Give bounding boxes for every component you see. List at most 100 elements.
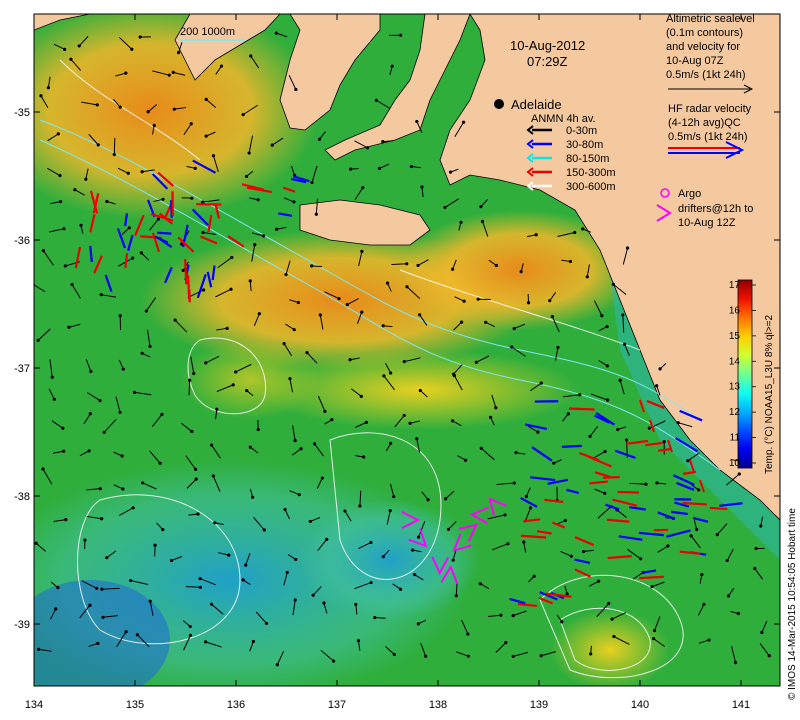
velocity-arrow-head (360, 310, 364, 314)
hf-legend-line-3: 0.5m/s (1kt 24h) (668, 131, 747, 143)
velocity-arrow-head (408, 421, 412, 425)
hf-velocity-arrow (89, 245, 93, 263)
velocity-arrow-head (105, 199, 109, 204)
y-tick-label: -39 (14, 619, 30, 631)
velocity-arrow-head (193, 166, 197, 171)
velocity-arrow-head (479, 446, 483, 450)
velocity-arrow-head (98, 399, 102, 403)
velocity-arrow-head (284, 272, 288, 277)
velocity-arrow-head (356, 638, 361, 643)
velocity-arrow-head (59, 200, 63, 204)
velocity-arrow-head (506, 542, 510, 546)
hf-velocity-arrow (617, 490, 639, 494)
velocity-arrow-head (318, 313, 322, 317)
velocity-arrow-head (41, 467, 45, 471)
velocity-arrow-head (524, 494, 528, 499)
velocity-arrow-head (373, 616, 377, 620)
velocity-arrow-head (582, 549, 586, 554)
velocity-arrow (185, 586, 201, 588)
velocity-arrow-head (230, 255, 234, 260)
velocity-arrow-head (130, 47, 134, 51)
velocity-arrow-head (118, 410, 122, 414)
velocity-arrow-head (138, 35, 142, 39)
velocity-arrow-head (36, 338, 40, 342)
velocity-arrow-head (676, 421, 680, 425)
velocity-arrow-head (528, 506, 533, 510)
velocity-arrow-head (52, 397, 56, 401)
velocity-arrow-head (209, 602, 214, 606)
colorbar-tick-label: 10 (729, 458, 741, 469)
velocity-arrow-head (361, 186, 365, 190)
colorbar-tick-label: 14 (729, 356, 741, 367)
velocity-arrow-head (201, 230, 205, 235)
velocity-arrow-head (511, 614, 515, 618)
anmn-legend-label: 80-150m (566, 153, 609, 165)
hf-velocity-arrow (709, 506, 728, 511)
velocity-arrow-head (70, 282, 74, 287)
velocity-arrow-head (411, 548, 415, 552)
velocity-arrow-head (369, 580, 373, 585)
velocity-arrow-head (715, 532, 719, 537)
velocity-arrow-head (249, 54, 253, 58)
velocity-arrow-head (625, 246, 630, 250)
velocity-arrow-head (248, 279, 252, 283)
velocity-arrow-head (54, 607, 58, 611)
velocity-arrow-head (102, 430, 106, 434)
velocity-arrow-head (489, 415, 493, 419)
velocity-arrow-head (556, 345, 560, 350)
velocity-arrow-head (369, 540, 373, 545)
velocity-arrow-head (415, 119, 419, 124)
velocity-arrow-head (56, 132, 60, 136)
velocity-arrow-head (560, 620, 564, 624)
velocity-arrow-head (251, 639, 255, 644)
velocity-arrow-head (462, 120, 466, 124)
velocity-arrow-head (466, 654, 471, 658)
velocity-arrow-head (606, 398, 610, 402)
velocity-arrow-head (420, 185, 424, 189)
velocity-arrow-head (392, 652, 396, 657)
velocity-arrow-head (63, 264, 67, 268)
colorbar-tick-label: 13 (729, 382, 741, 393)
velocity-arrow-head (358, 504, 362, 508)
velocity-arrow-head (305, 351, 309, 355)
velocity-arrow-head (144, 309, 148, 313)
y-tick-label: -38 (14, 491, 30, 503)
velocity-arrow-head (377, 166, 382, 171)
sealevel-legend-line-3: and velocity for (666, 41, 740, 53)
velocity-arrow-head (514, 451, 518, 455)
velocity-arrow-head (121, 367, 125, 371)
velocity-arrow-head (381, 324, 385, 328)
velocity-arrow-head (416, 263, 420, 268)
velocity-arrow-head (124, 630, 128, 634)
velocity-arrow-head (100, 517, 104, 521)
velocity-arrow-head (426, 498, 430, 502)
colorbar-label: Temp. (°C) NOAA15_L3U 8% ql>=2 (764, 314, 775, 474)
velocity-arrow-head (644, 482, 648, 486)
colorbar-gradient (737, 279, 753, 469)
velocity-arrow-head (348, 358, 352, 362)
velocity-arrow-head (95, 586, 99, 590)
velocity-arrow-head (288, 377, 292, 381)
velocity-arrow-head (600, 314, 604, 318)
velocity-arrow-head (767, 654, 771, 658)
velocity-arrow-head (323, 409, 327, 413)
velocity-arrow-head (244, 174, 249, 179)
velocity-arrow-head (188, 633, 193, 637)
velocity-arrow-head (169, 558, 174, 563)
velocity-arrow-head (695, 527, 699, 532)
sst-map: Adelaide 200 1000m 10-Aug-2012 07:29Z Al… (14, 13, 798, 711)
velocity-arrow (391, 263, 407, 265)
velocity-arrow-head (314, 212, 318, 216)
velocity-arrow-head (173, 318, 177, 322)
velocity-arrow-head (450, 267, 455, 271)
velocity-arrow-head (196, 512, 200, 516)
velocity-arrow-head (345, 303, 349, 307)
velocity-arrow-head (96, 143, 100, 147)
velocity-arrow-head (760, 630, 764, 635)
velocity-arrow-head (733, 661, 738, 665)
velocity-arrow-head (332, 659, 336, 663)
velocity-arrow-head (198, 585, 203, 589)
velocity-arrow-head (219, 64, 224, 68)
velocity-arrow-head (578, 393, 582, 397)
anmn-legend-title: ANMN 4h av. (531, 113, 596, 125)
